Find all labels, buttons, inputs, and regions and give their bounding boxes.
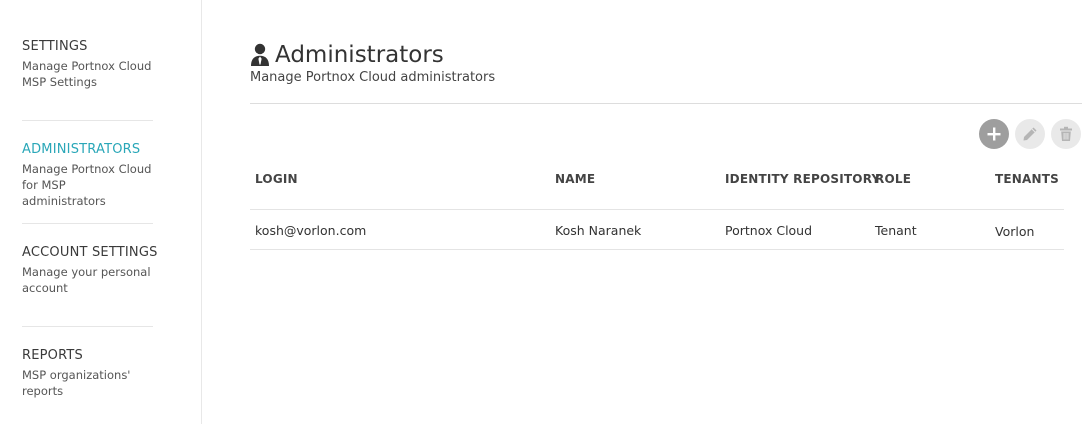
sidebar-item-title: ACCOUNT SETTINGS: [22, 245, 158, 260]
main-content: Administrators Manage Portnox Cloud admi…: [250, 0, 1082, 424]
sidebar-item-description: Manage your personal account: [22, 265, 151, 295]
header-divider: [250, 103, 1082, 104]
sidebar-item-description: Manage Portnox Cloud MSP Settings: [22, 59, 152, 89]
sidebar: SETTINGS Manage Portnox Cloud MSP Settin…: [0, 0, 202, 424]
sidebar-item-description: MSP organizations' reports: [22, 368, 131, 398]
toolbar: [979, 119, 1081, 149]
add-button[interactable]: [979, 119, 1009, 149]
cell-identity-repository: Portnox Cloud: [725, 223, 813, 238]
edit-button[interactable]: [1015, 119, 1045, 149]
cell-tenants: Vorlon: [995, 224, 1035, 239]
trash-icon: [1060, 126, 1072, 141]
column-header-tenants[interactable]: TENANTS: [995, 172, 1059, 186]
pencil-icon: [1023, 127, 1037, 141]
sidebar-item-description: Manage Portnox Cloud for MSP administrat…: [22, 162, 152, 208]
sidebar-item-title: ADMINISTRATORS: [22, 142, 141, 157]
delete-button[interactable]: [1051, 119, 1081, 149]
column-header-role[interactable]: ROLE: [875, 172, 911, 186]
administrators-table: LOGIN NAME IDENTITY REPOSITORY ROLE TENA…: [250, 160, 1064, 250]
cell-role: Tenant: [875, 223, 917, 238]
sidebar-divider: [22, 120, 153, 121]
page-header: Administrators: [250, 40, 444, 70]
sidebar-divider: [22, 223, 153, 224]
table-row[interactable]: kosh@vorlon.com Kosh Naranek Portnox Clo…: [250, 210, 1064, 250]
sidebar-item-title: SETTINGS: [22, 39, 88, 54]
sidebar-item-administrators[interactable]: ADMINISTRATORS Manage Portnox Cloud for …: [22, 142, 153, 209]
cell-name: Kosh Naranek: [555, 223, 642, 238]
sidebar-divider: [22, 326, 153, 327]
sidebar-item-title: REPORTS: [22, 348, 83, 363]
column-header-name[interactable]: NAME: [555, 172, 595, 186]
sidebar-item-settings[interactable]: SETTINGS Manage Portnox Cloud MSP Settin…: [22, 39, 153, 90]
page-title: Administrators: [275, 42, 444, 68]
table-header: LOGIN NAME IDENTITY REPOSITORY ROLE TENA…: [250, 160, 1064, 210]
page-subtitle: Manage Portnox Cloud administrators: [250, 70, 496, 85]
cell-login: kosh@vorlon.com: [255, 223, 367, 238]
column-header-identity-repository[interactable]: IDENTITY REPOSITORY: [725, 172, 880, 186]
column-header-login[interactable]: LOGIN: [255, 172, 298, 186]
admin-user-icon: [251, 43, 269, 66]
plus-icon: [987, 127, 1001, 141]
sidebar-item-account-settings[interactable]: ACCOUNT SETTINGS Manage your personal ac…: [22, 245, 158, 296]
sidebar-item-reports[interactable]: REPORTS MSP organizations' reports: [22, 348, 153, 399]
